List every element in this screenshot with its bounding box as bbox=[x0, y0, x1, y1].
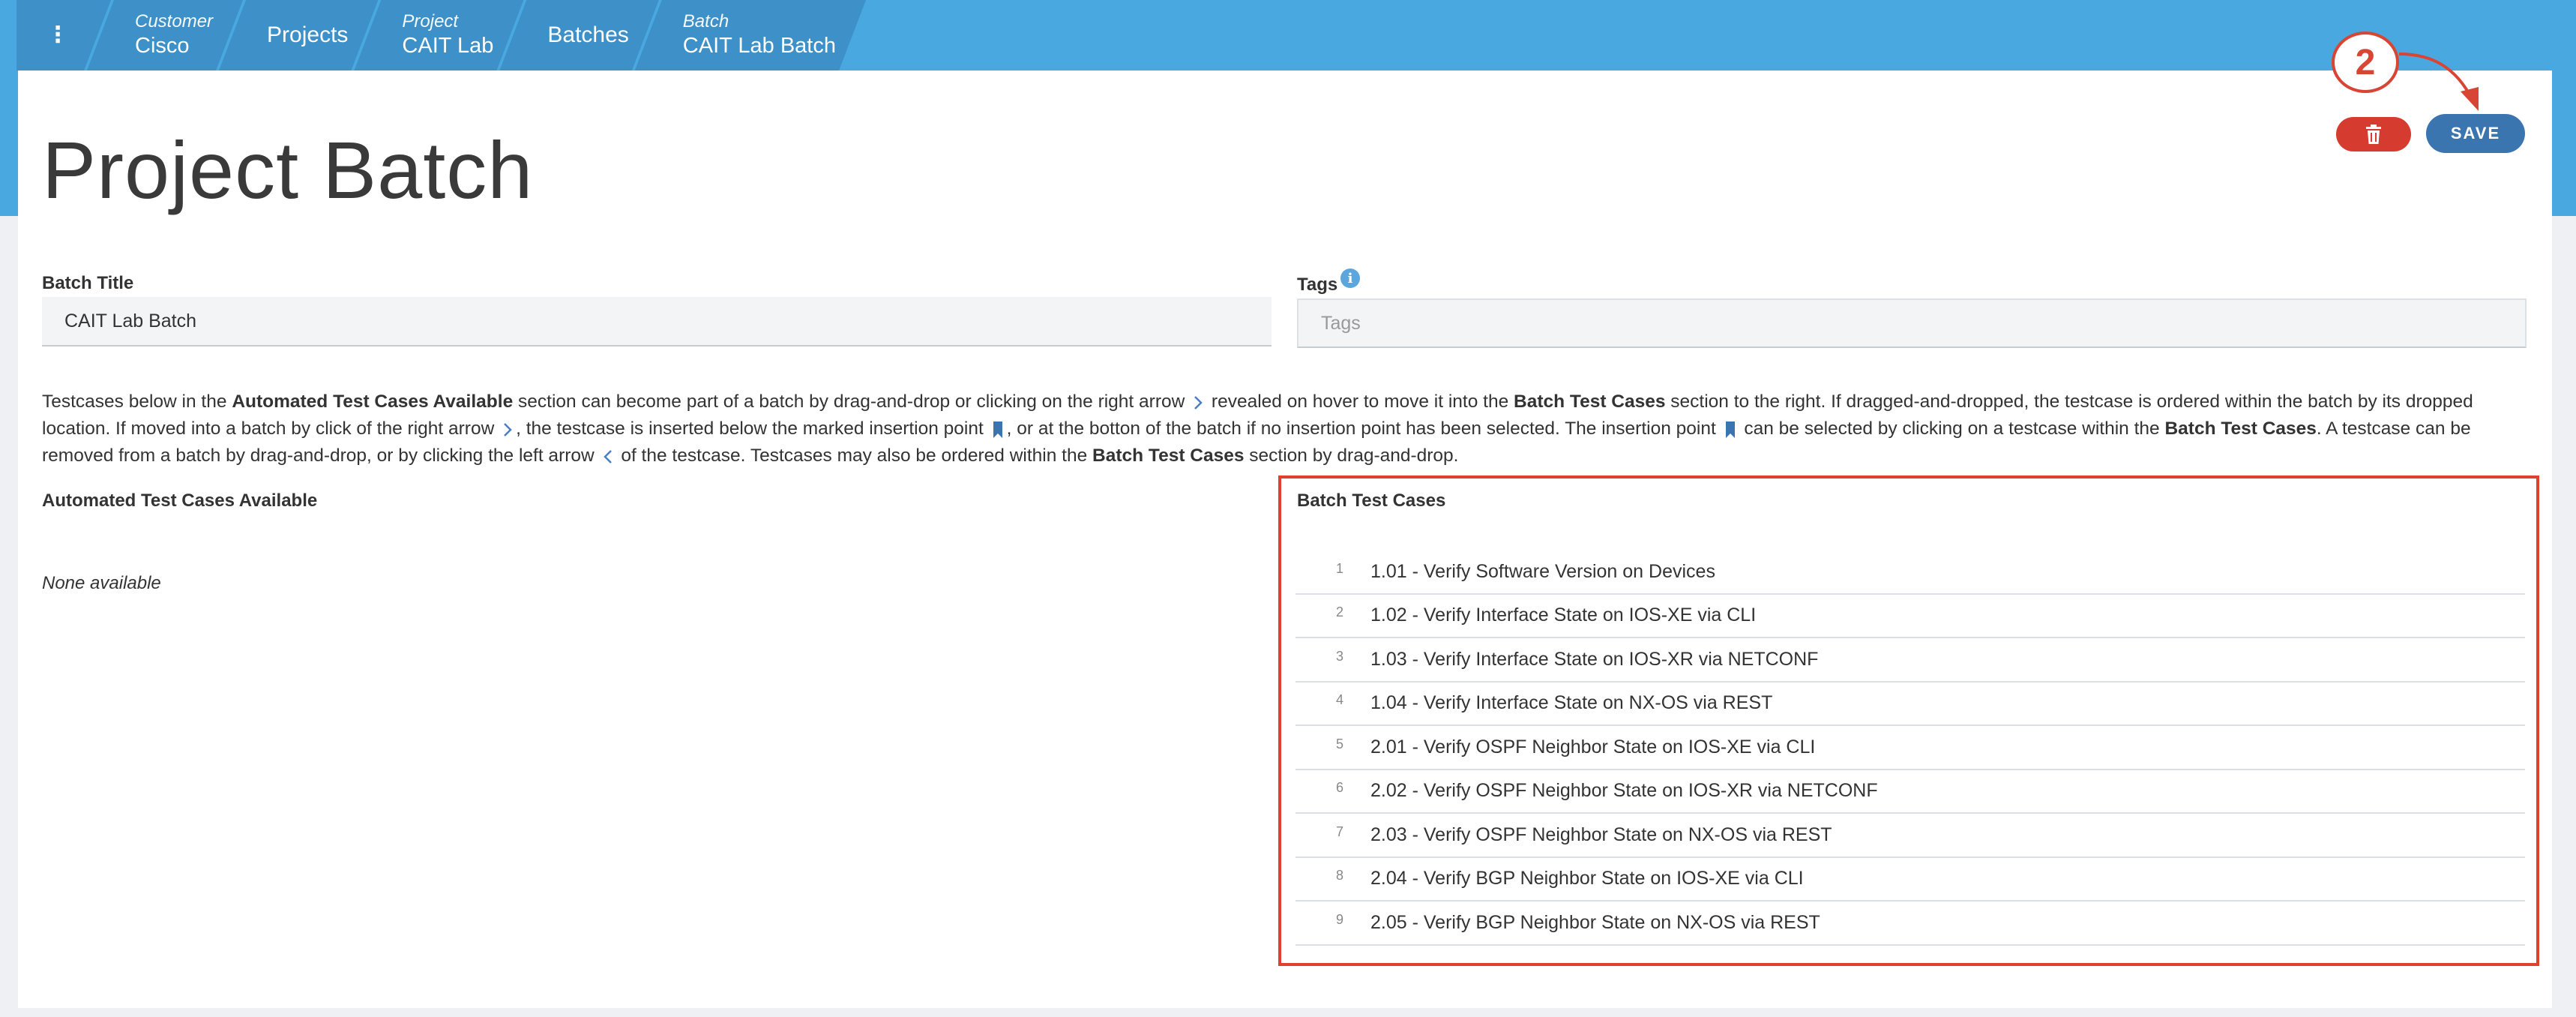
test-case-label: 1.04 - Verify Interface State on NX-OS v… bbox=[1370, 692, 1773, 714]
help-bold: Automated Test Cases Available bbox=[232, 392, 514, 412]
batch-test-case-list: 1 1.01 - Verify Software Version on Devic… bbox=[1295, 550, 2525, 946]
breadcrumb-customer[interactable]: Customer Cisco bbox=[87, 0, 243, 70]
empty-state-text: None available bbox=[42, 573, 161, 593]
help-segment: , the testcase is inserted below the mar… bbox=[516, 418, 989, 439]
row-number: 1 bbox=[1335, 560, 1343, 576]
table-row[interactable]: 2 1.02 - Verify Interface State on IOS-XE… bbox=[1295, 595, 2525, 638]
breadcrumb-projects[interactable]: Projects bbox=[219, 0, 378, 70]
batch-section-title: Batch Test Cases bbox=[1297, 490, 1446, 511]
breadcrumb-main: Cisco bbox=[135, 34, 190, 58]
test-case-label: 2.05 - Verify BGP Neighbor State on NX-O… bbox=[1370, 911, 1820, 933]
help-bold: Batch Test Cases bbox=[1514, 392, 1666, 412]
table-row[interactable]: 9 2.05 - Verify BGP Neighbor State on NX-… bbox=[1295, 902, 2525, 946]
annotation-callout: 2 bbox=[2332, 32, 2399, 93]
table-row[interactable]: 8 2.04 - Verify BGP Neighbor State on IOS… bbox=[1295, 858, 2525, 902]
table-row[interactable]: 3 1.03 - Verify Interface State on IOS-XR… bbox=[1295, 638, 2525, 682]
annotation-arrow-icon bbox=[2398, 52, 2479, 111]
available-section-title: Automated Test Cases Available bbox=[42, 490, 318, 511]
breadcrumb-main: CAIT Lab bbox=[402, 34, 494, 58]
table-row[interactable]: 1 1.01 - Verify Software Version on Devic… bbox=[1295, 550, 2525, 595]
bookmark-icon bbox=[1725, 421, 1735, 438]
breadcrumb: ⋮ Customer Cisco Projects Project CAIT L… bbox=[16, 0, 869, 70]
help-segment: of the testcase. Testcases may also be o… bbox=[616, 446, 1093, 466]
content-card: Project Batch 2 SAVE Batch Title Tags i … bbox=[18, 32, 2552, 1008]
test-case-label: 2.03 - Verify OSPF Neighbor State on NX-… bbox=[1370, 824, 1832, 845]
row-number: 3 bbox=[1335, 648, 1343, 664]
info-icon[interactable]: i bbox=[1340, 268, 1360, 288]
help-bold: Batch Test Cases bbox=[1092, 446, 1245, 466]
breadcrumb-batch[interactable]: Batch CAIT Lab Batch bbox=[635, 0, 866, 70]
test-case-label: 2.01 - Verify OSPF Neighbor State on IOS… bbox=[1370, 736, 1816, 758]
table-row[interactable]: 4 1.04 - Verify Interface State on NX-OS … bbox=[1295, 682, 2525, 726]
row-number: 7 bbox=[1335, 824, 1343, 839]
breadcrumb-batches[interactable]: Batches bbox=[499, 0, 658, 70]
row-number: 9 bbox=[1335, 911, 1343, 927]
bookmark-icon bbox=[993, 421, 1002, 438]
help-segment: can be selected by clicking on a testcas… bbox=[1739, 418, 2165, 439]
tags-input[interactable] bbox=[1297, 298, 2527, 348]
breadcrumb-sub: Project bbox=[402, 11, 459, 32]
chevron-left-icon bbox=[603, 449, 612, 464]
test-case-label: 1.02 - Verify Interface State on IOS-XE … bbox=[1370, 604, 1757, 626]
row-number: 5 bbox=[1335, 736, 1343, 752]
row-number: 8 bbox=[1335, 868, 1343, 884]
trash-icon bbox=[2366, 124, 2381, 144]
test-case-label: 1.01 - Verify Software Version on Device… bbox=[1370, 560, 1715, 582]
table-row[interactable]: 5 2.01 - Verify OSPF Neighbor State on IO… bbox=[1295, 726, 2525, 770]
test-case-label: 2.02 - Verify OSPF Neighbor State on IOS… bbox=[1370, 780, 1878, 802]
batch-title-label: Batch Title bbox=[42, 273, 134, 293]
breadcrumb-sub: Batch bbox=[682, 11, 729, 32]
batch-title-input[interactable] bbox=[42, 297, 1272, 346]
test-case-label: 2.04 - Verify BGP Neighbor State on IOS-… bbox=[1370, 868, 1804, 890]
table-row[interactable]: 7 2.03 - Verify OSPF Neighbor State on NX… bbox=[1295, 814, 2525, 858]
chevron-right-icon bbox=[504, 422, 512, 436]
help-segment: section by drag-and-drop. bbox=[1244, 446, 1459, 466]
breadcrumb-sub: Customer bbox=[135, 11, 214, 32]
tags-label: Tags bbox=[1297, 274, 1338, 295]
help-segment: section can become part of a batch by dr… bbox=[513, 392, 1191, 412]
breadcrumb-project[interactable]: Project CAIT Lab bbox=[354, 0, 523, 70]
row-number: 4 bbox=[1335, 692, 1343, 708]
kebab-menu-icon: ⋮ bbox=[46, 22, 69, 47]
test-case-label: 1.03 - Verify Interface State on IOS-XR … bbox=[1370, 648, 1819, 670]
help-segment: , or at the botton of the batch if no in… bbox=[1006, 418, 1721, 439]
breadcrumb-main: Projects bbox=[267, 22, 349, 47]
chevron-right-icon bbox=[1194, 395, 1203, 410]
page-title: Project Batch bbox=[42, 124, 534, 215]
help-text: Testcases below in the Automated Test Ca… bbox=[42, 388, 2531, 470]
help-segment: revealed on hover to move it into the bbox=[1206, 392, 1514, 412]
breadcrumb-main: Batches bbox=[547, 22, 629, 47]
table-row[interactable]: 6 2.02 - Verify OSPF Neighbor State on IO… bbox=[1295, 770, 2525, 814]
breadcrumb-main: CAIT Lab Batch bbox=[682, 34, 836, 58]
row-number: 2 bbox=[1335, 604, 1343, 620]
help-bold: Batch Test Cases bbox=[2164, 418, 2317, 439]
row-number: 6 bbox=[1335, 780, 1343, 796]
help-segment: Testcases below in the bbox=[42, 392, 232, 412]
